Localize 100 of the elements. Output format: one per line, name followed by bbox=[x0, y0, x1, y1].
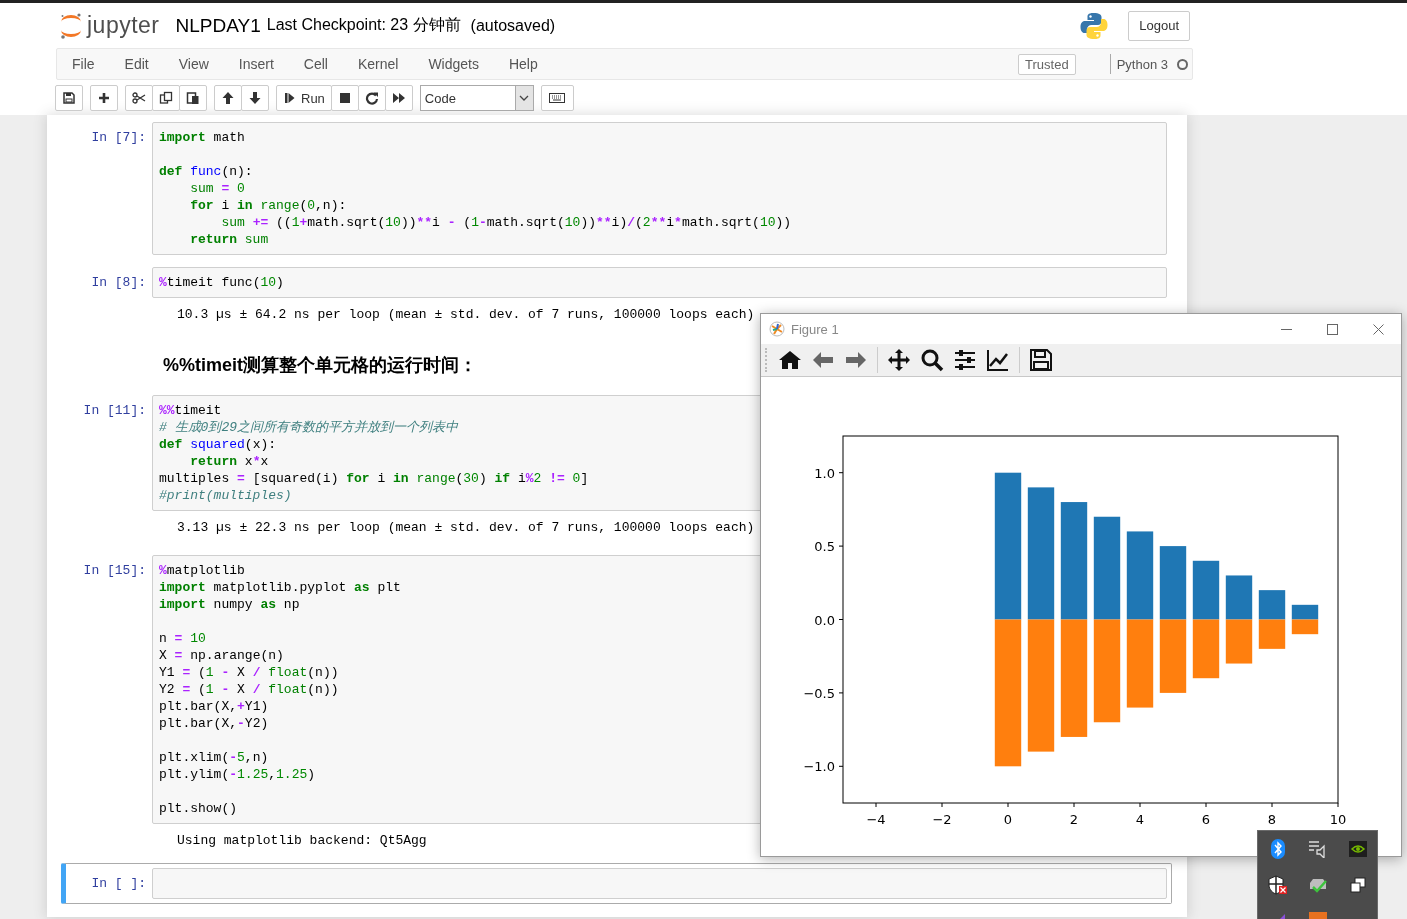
tick-mark bbox=[1337, 802, 1339, 808]
tick-label: 4 bbox=[1135, 812, 1145, 827]
code-line: Y2 = (1 - X / float(n)) bbox=[159, 681, 339, 698]
menu-item[interactable]: Insert bbox=[223, 56, 289, 72]
bar bbox=[1225, 619, 1253, 664]
menu-item[interactable]: Widgets bbox=[413, 56, 494, 72]
tick-mark bbox=[838, 765, 844, 767]
code-line: plt.bar(X,-Y2) bbox=[159, 715, 269, 732]
maximize-icon bbox=[1326, 323, 1338, 335]
menu-item[interactable]: View bbox=[163, 56, 224, 72]
keyboard-button[interactable] bbox=[540, 85, 574, 111]
move-icon[interactable] bbox=[887, 348, 911, 372]
tick-label: 6 bbox=[1201, 812, 1211, 827]
menu-item[interactable]: File bbox=[57, 56, 110, 72]
code-line: # 生成0到29之间所有奇数的平方并放到一个列表中 bbox=[159, 419, 458, 436]
menu-item[interactable]: Kernel bbox=[342, 56, 414, 72]
code-line: for i in range(0,n): bbox=[189, 197, 347, 214]
code-editor[interactable]: import math def func(n): sum = 0 for i in range(0,n): sum += ((1+math.sqrt(10))**i - (1-math.sqrt(10))**i)/(2**i*math.sqrt(10)) return sum bbox=[152, 122, 1167, 255]
trusted-badge[interactable]: Trusted bbox=[1018, 53, 1076, 75]
app-logo-icon bbox=[769, 321, 785, 337]
scissors-icon bbox=[132, 91, 146, 105]
stop-button[interactable] bbox=[330, 85, 359, 111]
bar bbox=[1192, 619, 1220, 679]
notebook-name[interactable]: NLPDAY1 bbox=[175, 14, 261, 37]
drive-check-icon[interactable] bbox=[1308, 876, 1328, 894]
bar bbox=[1291, 604, 1319, 620]
bar bbox=[1192, 560, 1220, 620]
code-line: plt.xlim(-5,n) bbox=[159, 749, 269, 766]
code-line: sum = 0 bbox=[189, 180, 245, 197]
jupyter-logo-icon[interactable] bbox=[59, 11, 83, 40]
paste-icon bbox=[186, 91, 200, 105]
cell-output: 10.3 µs ± 64.2 ns per loop (mean ± std. dev. of 7 runs, 100000 loops each) bbox=[177, 306, 755, 323]
menu-item[interactable]: Help bbox=[493, 56, 553, 72]
checkpoint-status: Last Checkpoint: 23 分钟前 bbox=[266, 15, 461, 35]
cell-prompt: In [11]: bbox=[82, 402, 147, 420]
code-line: return sum bbox=[189, 231, 269, 248]
line-chart-icon[interactable] bbox=[986, 348, 1010, 372]
tick-mark bbox=[838, 545, 844, 547]
markdown-heading: %%timeit测算整个单元格的运行时间： bbox=[163, 354, 477, 377]
caret-icon bbox=[519, 95, 530, 101]
graphics-eye-icon[interactable] bbox=[1349, 841, 1367, 857]
code-line: import math bbox=[159, 129, 245, 146]
insert-cell-button[interactable] bbox=[90, 85, 118, 111]
save-icon bbox=[62, 91, 76, 105]
tick-mark bbox=[1271, 802, 1273, 808]
tick-mark bbox=[1073, 802, 1075, 808]
bar bbox=[1225, 575, 1253, 620]
tick-label: −2 bbox=[932, 812, 952, 827]
cell-output: 3.13 µs ± 22.3 ns per loop (mean ± std. dev. of 7 runs, 100000 loops each) bbox=[177, 519, 755, 536]
menu-item[interactable]: Cell bbox=[288, 56, 343, 72]
home-icon[interactable] bbox=[778, 348, 802, 372]
code-line: plt.show() bbox=[159, 800, 237, 817]
code-line: %timeit func(10) bbox=[159, 274, 284, 291]
cell-prompt: In [15]: bbox=[82, 562, 147, 580]
code-line: multiples = [squared(i) for i in range(30) if i%2 != 0] bbox=[159, 470, 589, 487]
tick-mark bbox=[1205, 802, 1207, 808]
bluetooth-icon[interactable] bbox=[1271, 839, 1285, 859]
cell-type-select[interactable]: Code bbox=[419, 85, 534, 111]
save-icon[interactable] bbox=[1029, 348, 1053, 372]
restart-button[interactable] bbox=[357, 85, 386, 111]
move-down-button[interactable] bbox=[241, 85, 269, 111]
tick-label: −0.5 bbox=[803, 685, 835, 701]
tick-label: 0.5 bbox=[814, 539, 835, 555]
run-button[interactable]: Run bbox=[276, 85, 332, 111]
search-icon[interactable] bbox=[920, 348, 944, 372]
code-line: import numpy as np bbox=[159, 596, 300, 613]
save-button[interactable] bbox=[55, 85, 83, 111]
sliders-icon[interactable] bbox=[953, 348, 977, 372]
code-line: plt.ylim(-1.25,1.25) bbox=[159, 766, 316, 783]
code-editor[interactable]: %timeit func(10) bbox=[152, 267, 1167, 298]
arrow-up-icon bbox=[221, 91, 235, 105]
logo-text[interactable]: jupyter bbox=[87, 12, 160, 39]
bar bbox=[1258, 619, 1286, 649]
step-forward-icon bbox=[283, 91, 297, 105]
run-all-button[interactable] bbox=[384, 85, 413, 111]
tick-label: 10 bbox=[1329, 812, 1347, 827]
shield-icon[interactable] bbox=[1268, 875, 1288, 895]
windows-stack-icon[interactable] bbox=[1350, 877, 1366, 893]
cell-prompt: In [8]: bbox=[90, 274, 147, 292]
move-up-button[interactable] bbox=[214, 85, 242, 111]
tick-label: −4 bbox=[866, 812, 886, 827]
code-line: %%timeit bbox=[159, 402, 222, 419]
menu-item[interactable]: Edit bbox=[109, 56, 164, 72]
logout-button[interactable]: Logout bbox=[1128, 10, 1190, 41]
paste-button[interactable] bbox=[179, 85, 207, 111]
close-icon bbox=[1372, 323, 1384, 335]
kernel-name[interactable]: Python 3 bbox=[1116, 56, 1168, 72]
tick-mark bbox=[941, 802, 943, 808]
tick-label: 1.0 bbox=[814, 465, 835, 481]
code-line: #print(multiples) bbox=[159, 487, 292, 504]
tick-label: −1.0 bbox=[803, 759, 835, 775]
tick-mark bbox=[838, 619, 844, 620]
cut-button[interactable] bbox=[125, 85, 153, 111]
cell-prompt: In [7]: bbox=[90, 129, 147, 147]
tick-label: 8 bbox=[1267, 812, 1277, 827]
speaker-list-icon[interactable] bbox=[1308, 840, 1328, 858]
copy-button[interactable] bbox=[152, 85, 180, 111]
copy-icon bbox=[159, 91, 173, 105]
cell-output: Using matplotlib backend: Qt5Agg bbox=[177, 832, 427, 849]
code-line: Y1 = (1 - X / float(n)) bbox=[159, 664, 339, 681]
